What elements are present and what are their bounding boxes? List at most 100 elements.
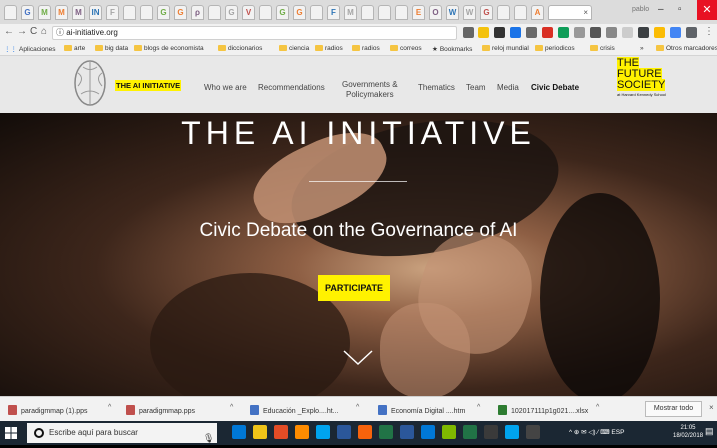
browser-tab[interactable]: E bbox=[412, 5, 425, 20]
maximize-button[interactable]: ▫ bbox=[678, 4, 682, 15]
taskbar-search-input[interactable]: Escribe aquí para buscar 🎙 bbox=[27, 423, 217, 443]
future-society-logo[interactable]: THE FUTURE SOCIETY at Harvard Kennedy Sc… bbox=[617, 57, 667, 97]
url-input[interactable]: ⓘ ai-initiative.org bbox=[52, 26, 457, 40]
download-item[interactable]: paradigmmap.pps bbox=[126, 405, 195, 415]
site-brand-link[interactable]: THE AI INITIATIVE bbox=[115, 80, 182, 91]
nav-governments-policymakers[interactable]: Governments & Policymakers bbox=[342, 80, 398, 100]
close-tab-icon[interactable]: × bbox=[583, 6, 588, 19]
bookmark-item[interactable]: arte bbox=[64, 45, 85, 52]
taskbar-app-icon[interactable] bbox=[379, 425, 393, 439]
menu-icon[interactable]: ⋮ bbox=[704, 26, 714, 37]
download-item[interactable]: 102017111p1g021....xlsx bbox=[498, 405, 588, 415]
browser-tab[interactable]: M bbox=[38, 5, 51, 20]
browser-tab[interactable]: G bbox=[225, 5, 238, 20]
extension-icon[interactable] bbox=[638, 27, 649, 38]
home-icon[interactable]: ⌂ bbox=[41, 26, 47, 37]
browser-tab[interactable] bbox=[395, 5, 408, 20]
extension-icon[interactable] bbox=[622, 27, 633, 38]
browser-tab[interactable] bbox=[208, 5, 221, 20]
browser-tab[interactable]: O bbox=[429, 5, 442, 20]
taskbar-app-icon[interactable] bbox=[316, 425, 330, 439]
taskbar-app-icon[interactable] bbox=[295, 425, 309, 439]
minimize-button[interactable]: – bbox=[658, 4, 664, 15]
taskbar-app-icon[interactable] bbox=[232, 425, 246, 439]
bookmark-item[interactable]: big data bbox=[95, 45, 128, 52]
bookmark-item[interactable]: diccionarios bbox=[218, 45, 262, 52]
nav-who-we-are[interactable]: Who we are bbox=[204, 83, 247, 92]
scroll-down-chevron-icon[interactable] bbox=[343, 350, 373, 366]
taskbar-app-icon[interactable] bbox=[505, 425, 519, 439]
nav-media[interactable]: Media bbox=[497, 83, 519, 92]
browser-tab[interactable]: M bbox=[55, 5, 68, 20]
bookmark-item[interactable]: ciencia bbox=[279, 45, 309, 52]
browser-tab[interactable]: M bbox=[72, 5, 85, 20]
extension-icon[interactable] bbox=[494, 27, 505, 38]
browser-tab[interactable]: G bbox=[480, 5, 493, 20]
download-options-chevron-icon[interactable]: ^ bbox=[108, 404, 111, 411]
extension-icon[interactable] bbox=[670, 27, 681, 38]
browser-tab[interactable]: G bbox=[21, 5, 34, 20]
browser-tab[interactable]: G bbox=[157, 5, 170, 20]
download-options-chevron-icon[interactable]: ^ bbox=[356, 404, 359, 411]
taskbar-app-icon[interactable] bbox=[484, 425, 498, 439]
windows-start-icon[interactable] bbox=[5, 427, 17, 439]
back-icon[interactable]: ← bbox=[4, 26, 14, 37]
browser-tab[interactable] bbox=[378, 5, 391, 20]
taskbar-app-icon[interactable] bbox=[463, 425, 477, 439]
extension-icon[interactable] bbox=[510, 27, 521, 38]
browser-tab[interactable]: A bbox=[531, 5, 544, 20]
bookmarks-overflow-icon[interactable]: » bbox=[640, 45, 644, 52]
nav-recommendations[interactable]: Recommendations bbox=[258, 83, 325, 92]
browser-tab[interactable] bbox=[497, 5, 510, 20]
browser-tab[interactable]: G bbox=[276, 5, 289, 20]
extension-icon[interactable] bbox=[606, 27, 617, 38]
close-downloads-icon[interactable]: × bbox=[709, 403, 714, 412]
show-all-downloads-button[interactable]: Mostrar todo bbox=[645, 401, 702, 417]
browser-tab[interactable]: G bbox=[174, 5, 187, 20]
nav-team[interactable]: Team bbox=[466, 83, 486, 92]
browser-tab[interactable] bbox=[140, 5, 153, 20]
forward-icon[interactable]: → bbox=[17, 26, 27, 37]
taskbar-app-icon[interactable] bbox=[337, 425, 351, 439]
download-options-chevron-icon[interactable]: ^ bbox=[596, 404, 599, 411]
taskbar-app-icon[interactable] bbox=[253, 425, 267, 439]
browser-tab[interactable] bbox=[123, 5, 136, 20]
browser-tab[interactable] bbox=[310, 5, 323, 20]
extension-icon[interactable] bbox=[526, 27, 537, 38]
taskbar-app-icon[interactable] bbox=[400, 425, 414, 439]
bookmark-item[interactable]: correos bbox=[390, 45, 422, 52]
browser-tab[interactable]: ρ bbox=[191, 5, 204, 20]
browser-tab[interactable]: IN bbox=[89, 5, 102, 20]
bookmark-item[interactable]: reloj mundial bbox=[482, 45, 529, 52]
taskbar-clock[interactable]: 21:05 18/02/2018 bbox=[673, 424, 703, 440]
reload-icon[interactable]: C bbox=[30, 26, 37, 37]
extension-icon[interactable] bbox=[542, 27, 553, 38]
browser-tab[interactable]: G bbox=[293, 5, 306, 20]
browser-tab[interactable]: W bbox=[463, 5, 476, 20]
extension-icon[interactable] bbox=[558, 27, 569, 38]
browser-tab[interactable]: F bbox=[327, 5, 340, 20]
bookmark-item[interactable]: radios bbox=[352, 45, 380, 52]
download-item[interactable]: Economía Digital ....htm bbox=[378, 405, 465, 415]
taskbar-app-icon[interactable] bbox=[358, 425, 372, 439]
taskbar-app-icon[interactable] bbox=[442, 425, 456, 439]
browser-tab[interactable]: V bbox=[242, 5, 255, 20]
browser-tab[interactable] bbox=[514, 5, 527, 20]
site-info-icon[interactable]: ⓘ bbox=[56, 28, 64, 37]
extension-icon[interactable] bbox=[654, 27, 665, 38]
other-bookmarks-folder[interactable]: Otros marcadores bbox=[656, 45, 717, 52]
download-options-chevron-icon[interactable]: ^ bbox=[477, 404, 480, 411]
translate-icon[interactable] bbox=[463, 27, 474, 38]
profile-label[interactable]: pablo bbox=[632, 6, 649, 13]
download-options-chevron-icon[interactable]: ^ bbox=[230, 404, 233, 411]
system-tray-icons[interactable]: ^ ⊕ ✉ ◁) ⁄ ⌨ ESP bbox=[569, 428, 624, 436]
taskbar-app-icon[interactable] bbox=[421, 425, 435, 439]
extension-icon[interactable] bbox=[590, 27, 601, 38]
browser-tab[interactable] bbox=[4, 5, 17, 20]
bookmark-item[interactable]: ★ Bookmarks bbox=[432, 45, 472, 53]
browser-tab[interactable] bbox=[259, 5, 272, 20]
bookmark-star-icon[interactable] bbox=[478, 27, 489, 38]
extension-icon[interactable] bbox=[686, 27, 697, 38]
bookmark-item[interactable]: periodicos bbox=[535, 45, 575, 52]
download-item[interactable]: paradigmmap (1).pps bbox=[8, 405, 88, 415]
